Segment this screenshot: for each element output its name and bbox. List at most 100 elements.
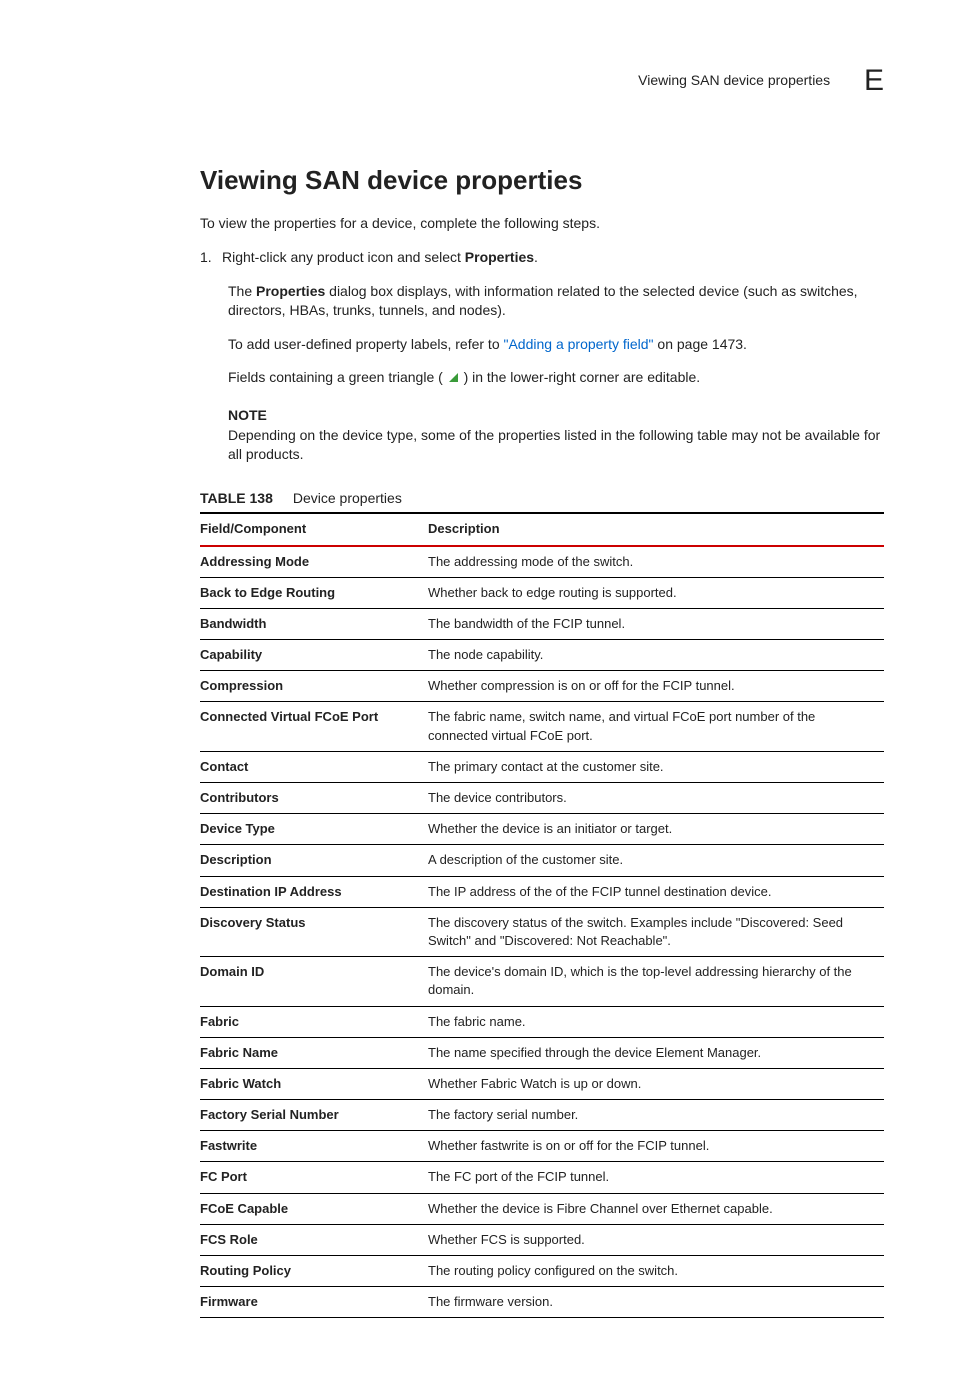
- description-cell: A description of the customer site.: [428, 845, 884, 876]
- field-cell: Compression: [200, 671, 428, 702]
- page-header: Viewing SAN device properties E: [70, 60, 884, 102]
- description-cell: The routing policy configured on the swi…: [428, 1256, 884, 1287]
- description-cell: The IP address of the of the FCIP tunnel…: [428, 876, 884, 907]
- field-cell: Routing Policy: [200, 1256, 428, 1287]
- field-cell: Fastwrite: [200, 1131, 428, 1162]
- device-properties-table: Field/Component Description Addressing M…: [200, 512, 884, 1318]
- description-cell: The primary contact at the customer site…: [428, 751, 884, 782]
- description-cell: The addressing mode of the switch.: [428, 546, 884, 578]
- table-row: CapabilityThe node capability.: [200, 640, 884, 671]
- field-cell: Contact: [200, 751, 428, 782]
- step-text-suffix: .: [534, 249, 538, 265]
- field-cell: FCoE Capable: [200, 1193, 428, 1224]
- editable-fields-paragraph: Fields containing a green triangle ( ) i…: [228, 368, 884, 388]
- description-cell: Whether compression is on or off for the…: [428, 671, 884, 702]
- description-cell: The fabric name, switch name, and virtua…: [428, 702, 884, 751]
- para2-prefix: The: [228, 283, 256, 299]
- field-cell: Back to Edge Routing: [200, 577, 428, 608]
- description-cell: The device's domain ID, which is the top…: [428, 957, 884, 1006]
- description-cell: The device contributors.: [428, 783, 884, 814]
- intro-paragraph: To view the properties for a device, com…: [200, 214, 884, 234]
- adding-property-field-link[interactable]: "Adding a property field": [504, 336, 654, 352]
- table-row: ContributorsThe device contributors.: [200, 783, 884, 814]
- table-row: FastwriteWhether fastwrite is on or off …: [200, 1131, 884, 1162]
- table-row: DescriptionA description of the customer…: [200, 845, 884, 876]
- table-row: FirmwareThe firmware version.: [200, 1287, 884, 1318]
- table-row: FC PortThe FC port of the FCIP tunnel.: [200, 1162, 884, 1193]
- para4-suffix: ) in the lower-right corner are editable…: [460, 369, 700, 385]
- description-cell: The fabric name.: [428, 1006, 884, 1037]
- field-cell: Domain ID: [200, 957, 428, 1006]
- table-row: Fabric WatchWhether Fabric Watch is up o…: [200, 1068, 884, 1099]
- cross-reference-paragraph: To add user-defined property labels, ref…: [228, 335, 884, 355]
- field-cell: Fabric: [200, 1006, 428, 1037]
- running-title: Viewing SAN device properties: [638, 71, 830, 91]
- field-cell: Connected Virtual FCoE Port: [200, 702, 428, 751]
- table-row: Destination IP AddressThe IP address of …: [200, 876, 884, 907]
- table-row: Back to Edge RoutingWhether back to edge…: [200, 577, 884, 608]
- para3-suffix: on page 1473.: [654, 336, 747, 352]
- description-cell: Whether Fabric Watch is up or down.: [428, 1068, 884, 1099]
- field-cell: FCS Role: [200, 1224, 428, 1255]
- description-cell: Whether FCS is supported.: [428, 1224, 884, 1255]
- field-cell: Fabric Watch: [200, 1068, 428, 1099]
- field-cell: Description: [200, 845, 428, 876]
- table-row: FCS RoleWhether FCS is supported.: [200, 1224, 884, 1255]
- description-cell: The FC port of the FCIP tunnel.: [428, 1162, 884, 1193]
- description-cell: The node capability.: [428, 640, 884, 671]
- table-row: Routing PolicyThe routing policy configu…: [200, 1256, 884, 1287]
- table-row: Addressing ModeThe addressing mode of th…: [200, 546, 884, 578]
- description-cell: The discovery status of the switch. Exam…: [428, 907, 884, 956]
- description-cell: The bandwidth of the FCIP tunnel.: [428, 608, 884, 639]
- field-cell: Destination IP Address: [200, 876, 428, 907]
- step-1: 1.Right-click any product icon and selec…: [200, 248, 884, 268]
- table-row: Domain IDThe device's domain ID, which i…: [200, 957, 884, 1006]
- description-cell: Whether back to edge routing is supporte…: [428, 577, 884, 608]
- appendix-letter: E: [864, 60, 884, 102]
- green-triangle-icon: [449, 373, 458, 382]
- table-title: Device properties: [293, 490, 402, 506]
- table-caption: TABLE 138 Device properties: [200, 489, 884, 509]
- field-cell: Capability: [200, 640, 428, 671]
- table-row: FabricThe fabric name.: [200, 1006, 884, 1037]
- table-row: Device TypeWhether the device is an init…: [200, 814, 884, 845]
- col-description: Description: [428, 513, 884, 545]
- field-cell: Addressing Mode: [200, 546, 428, 578]
- table-row: Fabric NameThe name specified through th…: [200, 1037, 884, 1068]
- field-cell: Firmware: [200, 1287, 428, 1318]
- table-row: CompressionWhether compression is on or …: [200, 671, 884, 702]
- table-row: BandwidthThe bandwidth of the FCIP tunne…: [200, 608, 884, 639]
- field-cell: FC Port: [200, 1162, 428, 1193]
- table-row: FCoE CapableWhether the device is Fibre …: [200, 1193, 884, 1224]
- col-field: Field/Component: [200, 513, 428, 545]
- note-label: NOTE: [228, 406, 884, 426]
- table-row: Discovery StatusThe discovery status of …: [200, 907, 884, 956]
- field-cell: Factory Serial Number: [200, 1100, 428, 1131]
- step-text-prefix: Right-click any product icon and select: [222, 249, 465, 265]
- description-cell: Whether fastwrite is on or off for the F…: [428, 1131, 884, 1162]
- field-cell: Fabric Name: [200, 1037, 428, 1068]
- properties-dialog-paragraph: The Properties dialog box displays, with…: [228, 282, 884, 321]
- step-number: 1.: [200, 248, 222, 268]
- page-title: Viewing SAN device properties: [200, 162, 884, 198]
- step-text-bold: Properties: [465, 249, 534, 265]
- table-row: Factory Serial NumberThe factory serial …: [200, 1100, 884, 1131]
- description-cell: The name specified through the device El…: [428, 1037, 884, 1068]
- description-cell: The firmware version.: [428, 1287, 884, 1318]
- note-text: Depending on the device type, some of th…: [228, 426, 884, 465]
- table-number: TABLE 138: [200, 490, 273, 506]
- field-cell: Contributors: [200, 783, 428, 814]
- field-cell: Discovery Status: [200, 907, 428, 956]
- para2-bold: Properties: [256, 283, 325, 299]
- table-row: Connected Virtual FCoE PortThe fabric na…: [200, 702, 884, 751]
- para4-prefix: Fields containing a green triangle (: [228, 369, 447, 385]
- para3-prefix: To add user-defined property labels, ref…: [228, 336, 504, 352]
- description-cell: Whether the device is an initiator or ta…: [428, 814, 884, 845]
- table-row: ContactThe primary contact at the custom…: [200, 751, 884, 782]
- field-cell: Device Type: [200, 814, 428, 845]
- field-cell: Bandwidth: [200, 608, 428, 639]
- table-header-row: Field/Component Description: [200, 513, 884, 545]
- description-cell: The factory serial number.: [428, 1100, 884, 1131]
- main-content: Viewing SAN device properties To view th…: [200, 162, 884, 1318]
- description-cell: Whether the device is Fibre Channel over…: [428, 1193, 884, 1224]
